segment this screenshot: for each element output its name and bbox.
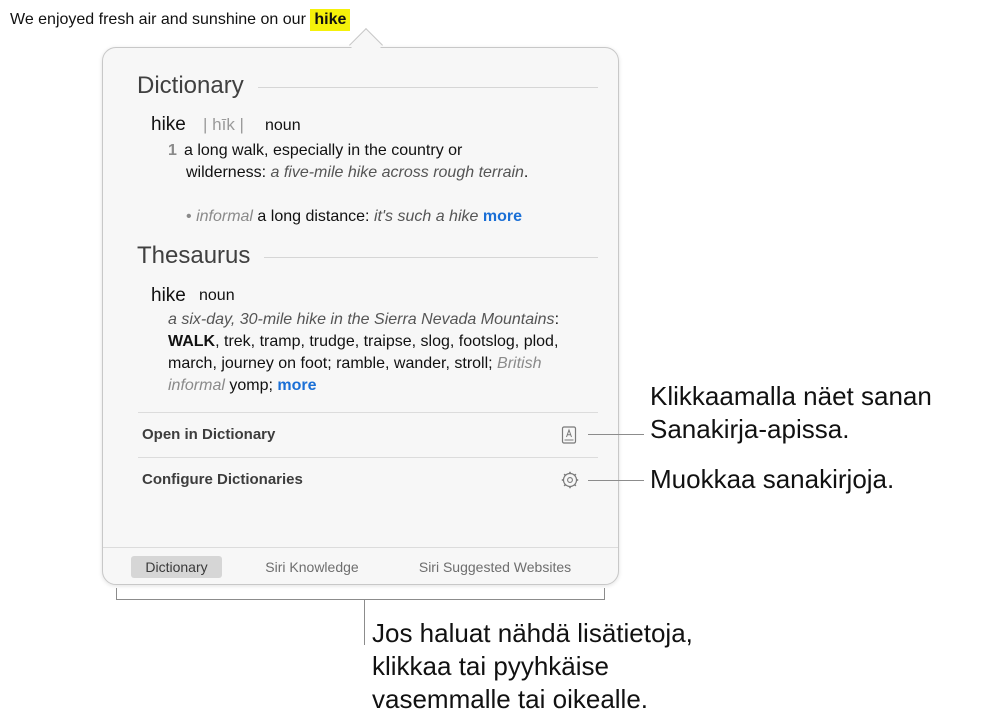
- subdefinition-text: a long distance:: [257, 208, 370, 225]
- thesaurus-main-synonym: WALK: [168, 333, 216, 350]
- callout-line-open: [588, 434, 644, 435]
- bracket-bottom: [116, 599, 605, 600]
- thesaurus-more-link[interactable]: more: [277, 377, 316, 394]
- thesaurus-entry: a six-day, 30-mile hike in the Sierra Ne…: [168, 311, 560, 394]
- thesaurus-example: a six-day, 30-mile hike in the Sierra Ne…: [168, 311, 555, 328]
- tab-siri-suggested-websites[interactable]: Siri Suggested Websites: [402, 556, 588, 578]
- configure-dictionaries-label: Configure Dictionaries: [142, 471, 303, 488]
- dictionary-pronunciation: | hīk |: [203, 115, 244, 134]
- subdefinition: • informal a long distance: it's such a …: [186, 208, 522, 225]
- dictionary-headword: hike: [151, 114, 186, 135]
- callout-line-configure: [588, 480, 644, 481]
- open-in-dictionary-label: Open in Dictionary: [142, 426, 276, 443]
- thesaurus-pos: noun: [199, 287, 235, 304]
- source-sentence: We enjoyed fresh air and sunshine on our…: [10, 9, 351, 31]
- open-in-dictionary-row[interactable]: Open in Dictionary: [138, 413, 598, 457]
- bracket-stem: [364, 599, 365, 645]
- tab-dictionary[interactable]: Dictionary: [131, 556, 222, 578]
- definition-1: a long walk, especially in the country o…: [184, 142, 529, 181]
- thesaurus-section-title: Thesaurus: [137, 242, 251, 269]
- callout-configure: Muokkaa sanakirjoja.: [650, 464, 895, 494]
- callout-open-in-dictionary: Klikkaamalla näet sanan Sanakirja-apissa…: [650, 381, 932, 444]
- sentence-text: We enjoyed fresh air and sunshine on our: [10, 11, 311, 28]
- tab-siri-knowledge[interactable]: Siri Knowledge: [252, 556, 372, 578]
- definition-example: a five-mile hike across rough terrain: [270, 164, 524, 181]
- subdefinition-example: it's such a hike: [373, 208, 479, 225]
- callout-swipe: Jos haluat nähdä lisätietoja, klikkaa ta…: [372, 618, 693, 714]
- dictionary-more-link[interactable]: more: [483, 208, 522, 225]
- gear-icon[interactable]: [561, 471, 579, 489]
- highlighted-word[interactable]: hike: [310, 9, 351, 31]
- tabs-separator: [103, 547, 618, 548]
- book-icon[interactable]: [561, 426, 577, 444]
- register-label: informal: [196, 208, 253, 225]
- dictionary-section-rule: [258, 87, 598, 88]
- configure-dictionaries-row[interactable]: Configure Dictionaries: [138, 458, 598, 502]
- dictionary-pos: noun: [265, 117, 301, 134]
- thesaurus-section-rule: [264, 257, 598, 258]
- thesaurus-headword: hike: [151, 285, 186, 306]
- dictionary-section-title: Dictionary: [137, 72, 244, 99]
